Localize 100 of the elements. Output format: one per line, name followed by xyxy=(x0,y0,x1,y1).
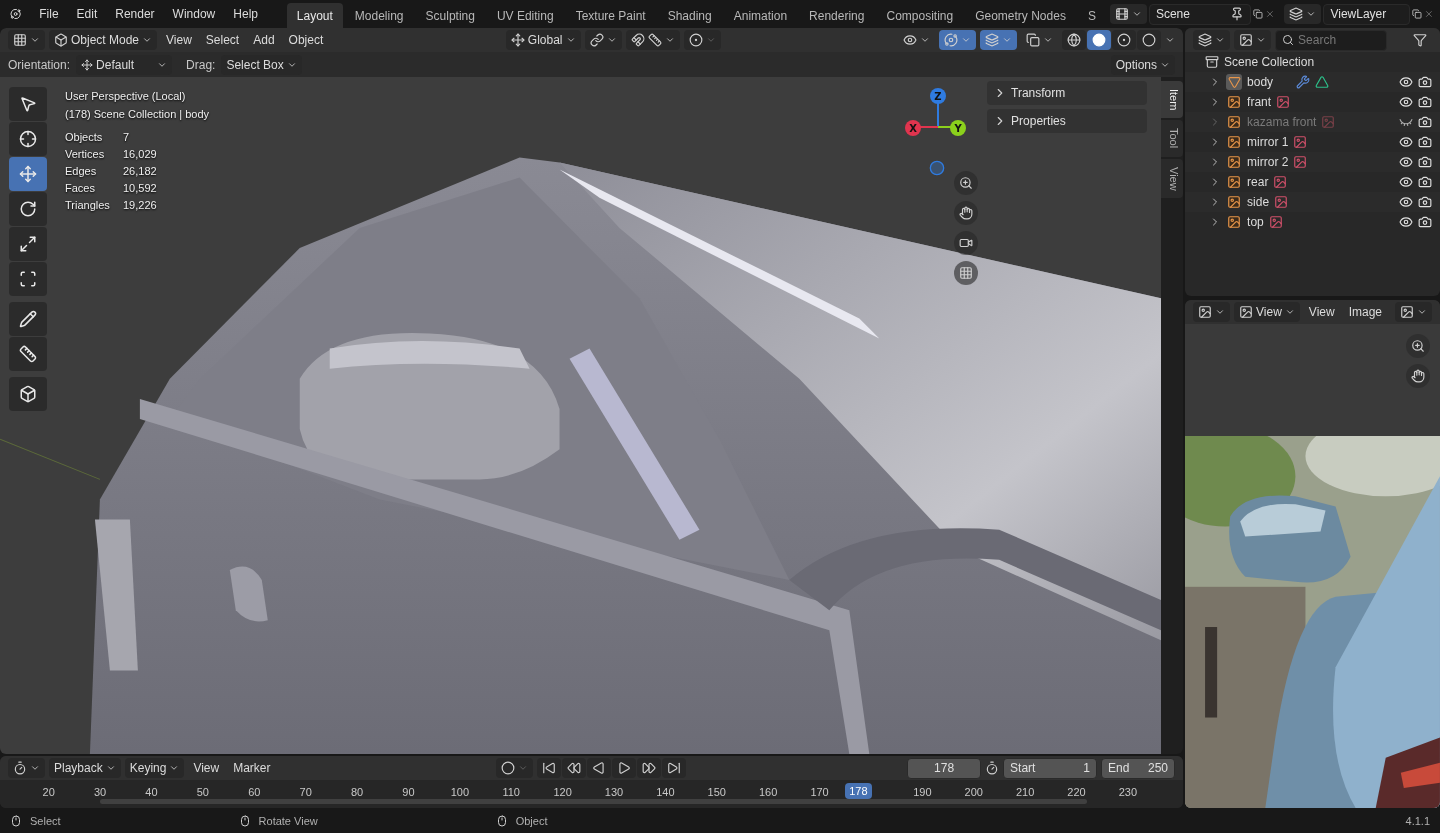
workspace-tab[interactable]: UV Editing xyxy=(486,3,564,28)
menu-item[interactable]: View xyxy=(161,30,197,50)
camera-view-button[interactable] xyxy=(954,231,978,255)
tool-button[interactable] xyxy=(9,192,47,226)
sidebar-tab[interactable]: View xyxy=(1161,158,1184,199)
workspace-tab[interactable]: Geometry Nodes xyxy=(965,3,1076,28)
workspace-tab[interactable]: Modeling xyxy=(344,3,414,28)
snap-toggle[interactable] xyxy=(625,30,680,50)
play-reverse-button[interactable] xyxy=(587,758,612,778)
workspace-tab[interactable]: Layout xyxy=(286,3,343,28)
object-name[interactable]: mirror 2 xyxy=(1247,155,1289,169)
prev-key-button[interactable] xyxy=(562,758,587,778)
menu-item[interactable]: File xyxy=(31,4,67,24)
menu-item[interactable]: View xyxy=(188,758,225,778)
viewport-toggle[interactable] xyxy=(939,30,977,50)
app-logo-icon[interactable] xyxy=(10,6,22,22)
workspace-tab[interactable]: S xyxy=(1077,3,1106,28)
display-mode-button[interactable] xyxy=(1234,30,1272,50)
proportional-toggle[interactable] xyxy=(683,30,721,50)
scene-field[interactable]: Scene xyxy=(1148,3,1252,25)
workspace-tab[interactable]: Animation xyxy=(723,3,798,28)
eye-icon[interactable] xyxy=(1399,215,1413,229)
eye-icon[interactable] xyxy=(1399,175,1413,189)
axis-gizmo-drawing[interactable]: Z X Y xyxy=(900,87,970,159)
object-name[interactable]: side xyxy=(1247,195,1270,209)
ortho-toggle-button[interactable] xyxy=(954,261,978,285)
workspace-tab[interactable]: Rendering xyxy=(799,3,875,28)
sidebar-tab[interactable]: Item xyxy=(1161,81,1184,119)
editor-type-button[interactable] xyxy=(1193,30,1231,50)
tool-button[interactable] xyxy=(9,227,47,261)
workspace-tab[interactable]: Compositing xyxy=(876,3,964,28)
pan-button[interactable] xyxy=(954,201,978,225)
sidebar-tab[interactable]: Tool xyxy=(1161,120,1184,157)
eye-icon[interactable] xyxy=(1399,75,1413,89)
viewport-toggle[interactable] xyxy=(980,30,1018,50)
shading-button[interactable] xyxy=(1137,30,1162,50)
tool-button[interactable] xyxy=(9,302,47,336)
eye-icon[interactable] xyxy=(1399,95,1413,109)
menu-item[interactable]: Render xyxy=(107,4,163,24)
tool-button[interactable] xyxy=(9,122,47,156)
menu-item[interactable]: Image xyxy=(1343,302,1387,322)
menu-item[interactable]: Playback xyxy=(49,758,121,778)
shading-button[interactable] xyxy=(1087,30,1112,50)
menu-item[interactable]: View xyxy=(1303,302,1340,322)
mode-dropdown[interactable]: Object Mode xyxy=(49,30,158,50)
end-frame-field[interactable]: End 250 xyxy=(1101,757,1176,779)
editor-type-button[interactable] xyxy=(1193,302,1231,322)
menu-item[interactable]: Marker xyxy=(228,758,276,778)
view-layer-field[interactable]: ViewLayer xyxy=(1323,3,1411,25)
orientation-dropdown[interactable]: Default xyxy=(76,54,173,75)
tool-button[interactable] xyxy=(9,337,47,371)
menu-item[interactable]: Help xyxy=(225,4,266,24)
menu-item[interactable]: Select xyxy=(200,30,245,50)
editor-type-button[interactable] xyxy=(8,30,45,50)
playhead-frame[interactable]: 178 xyxy=(845,783,872,799)
workspace-tab[interactable]: Shading xyxy=(657,3,722,28)
start-frame-field[interactable]: Start 1 xyxy=(1003,757,1098,779)
editor-type-button[interactable] xyxy=(8,758,45,778)
search-field[interactable]: Search xyxy=(1275,29,1388,51)
menu-item[interactable]: Add xyxy=(248,30,280,50)
scene-selector[interactable] xyxy=(1109,4,1147,24)
workspace-tab[interactable]: Sculpting xyxy=(415,3,485,28)
object-name[interactable]: mirror 1 xyxy=(1247,135,1289,149)
play-button[interactable] xyxy=(612,758,637,778)
jump-end-button[interactable] xyxy=(662,758,687,778)
mode-dropdown[interactable]: View xyxy=(1234,302,1300,322)
tool-button[interactable] xyxy=(9,377,47,411)
drag-dropdown[interactable]: Select Box xyxy=(221,54,302,75)
eye-icon[interactable] xyxy=(1399,135,1413,149)
shading-button[interactable] xyxy=(1062,30,1087,50)
menu-item[interactable]: Window xyxy=(164,4,224,24)
object-name[interactable]: top xyxy=(1247,215,1264,229)
sidebar-panel[interactable]: Properties xyxy=(987,109,1148,133)
sidebar-panel[interactable]: Transform xyxy=(987,81,1148,105)
keyframe-button[interactable] xyxy=(496,758,534,778)
menu-item[interactable]: Object xyxy=(283,30,329,50)
object-name[interactable]: body xyxy=(1247,75,1292,89)
axis-ball-icon[interactable] xyxy=(929,160,945,176)
object-name[interactable]: rear xyxy=(1247,175,1269,189)
eye-icon[interactable] xyxy=(1399,195,1413,209)
view-layer-selector[interactable] xyxy=(1284,4,1322,24)
pivot-dropdown[interactable] xyxy=(584,30,622,50)
eye-icon[interactable] xyxy=(1399,155,1413,169)
tool-button[interactable] xyxy=(9,262,47,296)
orientation-dropdown[interactable]: Global xyxy=(505,30,581,50)
jump-start-button[interactable] xyxy=(537,758,562,778)
image-browse-button[interactable] xyxy=(1395,302,1432,322)
zoom-button[interactable] xyxy=(1406,334,1430,358)
next-key-button[interactable] xyxy=(637,758,662,778)
object-name[interactable]: frant xyxy=(1247,95,1272,109)
zoom-button[interactable] xyxy=(954,171,978,195)
menu-item[interactable]: Edit xyxy=(68,4,106,24)
current-frame-field[interactable]: 178 xyxy=(907,757,982,779)
tool-button[interactable] xyxy=(9,87,47,121)
workspace-tab[interactable]: Texture Paint xyxy=(565,3,656,28)
collection-name[interactable]: Scene Collection xyxy=(1224,55,1315,69)
pan-button[interactable] xyxy=(1406,364,1430,388)
shading-button[interactable] xyxy=(1112,30,1137,50)
options-dropdown[interactable]: Options xyxy=(1110,54,1176,75)
menu-item[interactable]: Keying xyxy=(124,758,185,778)
